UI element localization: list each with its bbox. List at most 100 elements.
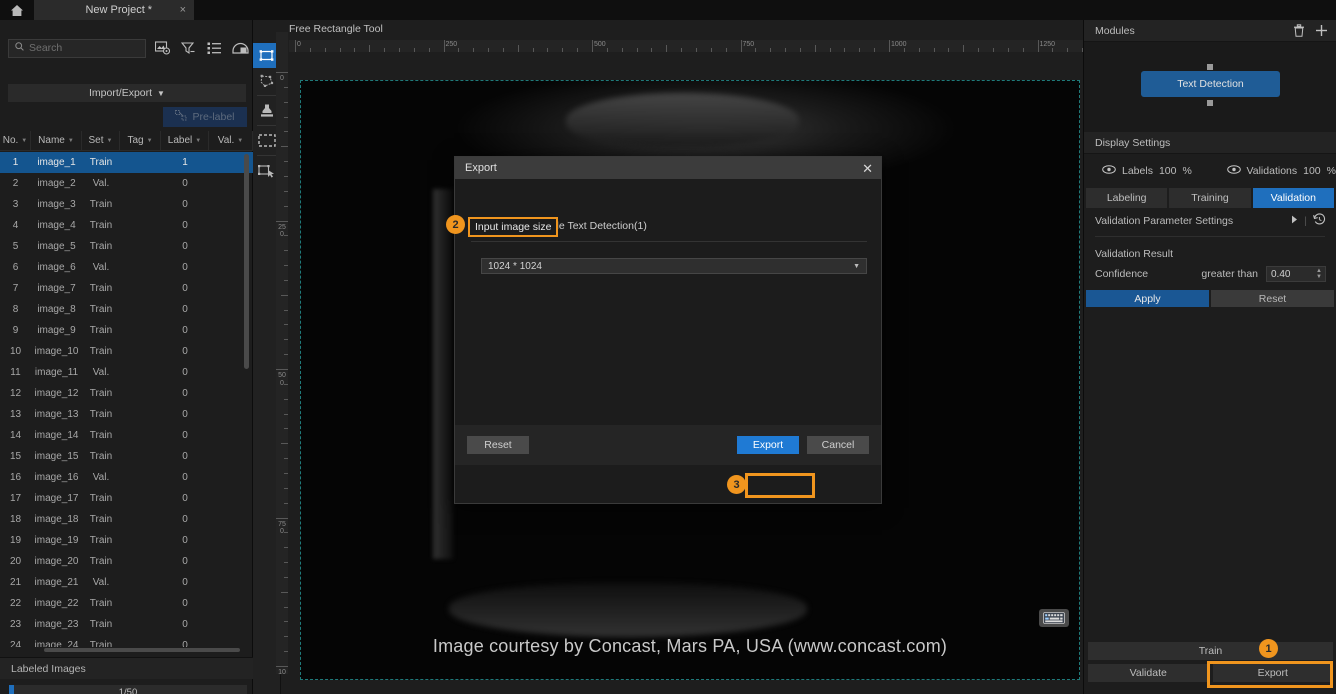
column-header-no[interactable]: No. ▼ bbox=[0, 131, 31, 150]
image-table-body[interactable]: 1 image_1 Train 1 2 image_2 Val. 0 3 image_3 Train… bbox=[0, 152, 253, 647]
table-row[interactable]: 20 image_20 Train 0 bbox=[0, 551, 253, 572]
table-row[interactable]: 1 image_1 Train 1 bbox=[0, 152, 253, 173]
table-row[interactable]: 2 image_2 Val. 0 bbox=[0, 173, 253, 194]
table-row[interactable]: 13 image_13 Train 0 bbox=[0, 404, 253, 425]
train-button[interactable]: Train bbox=[1088, 642, 1333, 660]
column-header-name[interactable]: Name ▼ bbox=[31, 131, 82, 150]
cell-tag bbox=[120, 152, 161, 173]
cell-label: 0 bbox=[182, 556, 188, 567]
train-button-label: Train bbox=[1198, 645, 1223, 657]
list-view-icon[interactable] bbox=[206, 40, 223, 56]
table-row[interactable]: 11 image_11 Val. 0 bbox=[0, 362, 253, 383]
image-settings-icon[interactable] bbox=[154, 40, 171, 56]
validation-parameter-settings-row[interactable]: Validation Parameter Settings | bbox=[1084, 208, 1336, 234]
cell-tag bbox=[120, 509, 161, 530]
layout-icon[interactable] bbox=[232, 40, 249, 56]
dialog-cancel-button[interactable]: Cancel bbox=[807, 436, 869, 454]
dialog-reset-button[interactable]: Reset bbox=[467, 436, 529, 454]
table-row[interactable]: 5 image_5 Train 0 bbox=[0, 236, 253, 257]
column-header-set[interactable]: Set ▼ bbox=[82, 131, 120, 150]
ruler-tick-major bbox=[592, 40, 593, 52]
table-row[interactable]: 10 image_10 Train 0 bbox=[0, 341, 253, 362]
pre-label-button[interactable]: Pre-label bbox=[163, 107, 247, 127]
chevron-right-icon[interactable] bbox=[1291, 215, 1298, 227]
table-row[interactable]: 3 image_3 Train 0 bbox=[0, 194, 253, 215]
table-row[interactable]: 23 image_23 Train 0 bbox=[0, 614, 253, 635]
project-tab[interactable]: New Project * × bbox=[34, 0, 194, 20]
labels-display-group[interactable]: Labels 100 % bbox=[1102, 165, 1192, 177]
ruler-tick-minor bbox=[284, 472, 288, 474]
column-header-label[interactable]: Label ▼ bbox=[161, 131, 209, 150]
table-row[interactable]: 21 image_21 Val. 0 bbox=[0, 572, 253, 593]
cell-val bbox=[209, 614, 253, 635]
table-row[interactable]: 12 image_12 Train 0 bbox=[0, 383, 253, 404]
table-row[interactable]: 16 image_16 Val. 0 bbox=[0, 467, 253, 488]
trash-icon[interactable] bbox=[1293, 24, 1305, 37]
table-horizontal-scrollbar[interactable] bbox=[44, 648, 240, 652]
ruler-tick-minor bbox=[281, 146, 288, 148]
cell-set: Train bbox=[89, 493, 113, 504]
validate-button[interactable]: Validate bbox=[1088, 664, 1209, 682]
filter-icon[interactable] bbox=[180, 40, 197, 56]
table-vertical-scrollbar[interactable] bbox=[244, 154, 249, 369]
cell-label: 0 bbox=[182, 262, 188, 273]
cell-no: 22 bbox=[9, 598, 22, 609]
table-row[interactable]: 15 image_15 Train 0 bbox=[0, 446, 253, 467]
ruler-tick-minor bbox=[284, 502, 288, 504]
keyboard-icon[interactable] bbox=[1039, 609, 1069, 627]
tab-validation[interactable]: Validation bbox=[1252, 188, 1334, 208]
validations-display-group[interactable]: Validations 100 % bbox=[1226, 165, 1336, 177]
cell-set: Train bbox=[89, 388, 113, 399]
table-row[interactable]: 18 image_18 Train 0 bbox=[0, 509, 253, 530]
import-export-button[interactable]: Import/Export ▼ bbox=[8, 84, 246, 102]
tab-labeling[interactable]: Labeling bbox=[1086, 188, 1168, 208]
table-row[interactable]: 7 image_7 Train 0 bbox=[0, 278, 253, 299]
bottom-action-buttons: Train Validate Export bbox=[1084, 642, 1336, 686]
tab-training[interactable]: Training bbox=[1169, 188, 1251, 208]
table-row[interactable]: 24 image_24 Train 0 bbox=[0, 635, 253, 647]
cell-set: Train bbox=[89, 598, 113, 609]
stepper-down-icon[interactable]: ▼ bbox=[1316, 274, 1322, 280]
dialog-export-button[interactable]: Export bbox=[737, 436, 799, 454]
cell-label: 0 bbox=[182, 577, 188, 588]
plus-icon[interactable] bbox=[1315, 24, 1328, 37]
apply-button[interactable]: Apply bbox=[1086, 290, 1209, 307]
module-graph-canvas[interactable]: Text Detection bbox=[1084, 42, 1336, 132]
ruler-tick-major bbox=[276, 220, 288, 222]
cell-tag bbox=[120, 320, 161, 341]
module-node-text-detection[interactable]: Text Detection bbox=[1141, 71, 1280, 97]
table-row[interactable]: 6 image_6 Val. 0 bbox=[0, 257, 253, 278]
close-icon[interactable]: ✕ bbox=[862, 162, 873, 175]
ruler-tick-minor bbox=[1052, 48, 1054, 52]
eye-icon[interactable] bbox=[1226, 165, 1241, 177]
column-header-val[interactable]: Val. ▼ bbox=[209, 131, 253, 150]
table-row[interactable]: 17 image_17 Train 0 bbox=[0, 488, 253, 509]
cell-name: image_19 bbox=[34, 535, 79, 546]
labeled-progress-bar: 1/50 bbox=[9, 685, 247, 694]
table-row[interactable]: 19 image_19 Train 0 bbox=[0, 530, 253, 551]
column-header-tag[interactable]: Tag ▼ bbox=[120, 131, 161, 150]
ruler-label: 1000 bbox=[891, 41, 907, 48]
cell-label: 0 bbox=[182, 283, 188, 294]
close-icon[interactable]: × bbox=[180, 4, 186, 16]
reset-validation-button[interactable]: Reset bbox=[1211, 290, 1334, 307]
confidence-stepper[interactable]: 0.40 ▲ ▼ bbox=[1266, 266, 1326, 282]
table-row[interactable]: 9 image_9 Train 0 bbox=[0, 320, 253, 341]
cell-set: Train bbox=[89, 304, 113, 315]
eye-icon[interactable] bbox=[1102, 165, 1116, 177]
pre-label-icon bbox=[175, 110, 187, 124]
ruler-tick-minor bbox=[284, 339, 288, 341]
search-input[interactable]: Search bbox=[8, 38, 146, 58]
export-button[interactable]: Export bbox=[1212, 664, 1333, 682]
history-icon[interactable] bbox=[1313, 213, 1326, 229]
ruler-tick-minor bbox=[666, 45, 668, 52]
table-row[interactable]: 8 image_8 Train 0 bbox=[0, 299, 253, 320]
ruler-tick-minor bbox=[284, 309, 288, 311]
home-icon[interactable] bbox=[0, 0, 34, 20]
table-row[interactable]: 4 image_4 Train 0 bbox=[0, 215, 253, 236]
tab-validation-label: Validation bbox=[1270, 192, 1316, 204]
table-row[interactable]: 22 image_22 Train 0 bbox=[0, 593, 253, 614]
input-image-size-select[interactable]: 1024 * 1024 ▼ bbox=[481, 258, 867, 274]
stepper-arrows[interactable]: ▲ ▼ bbox=[1315, 268, 1325, 280]
table-row[interactable]: 14 image_14 Train 0 bbox=[0, 425, 253, 446]
